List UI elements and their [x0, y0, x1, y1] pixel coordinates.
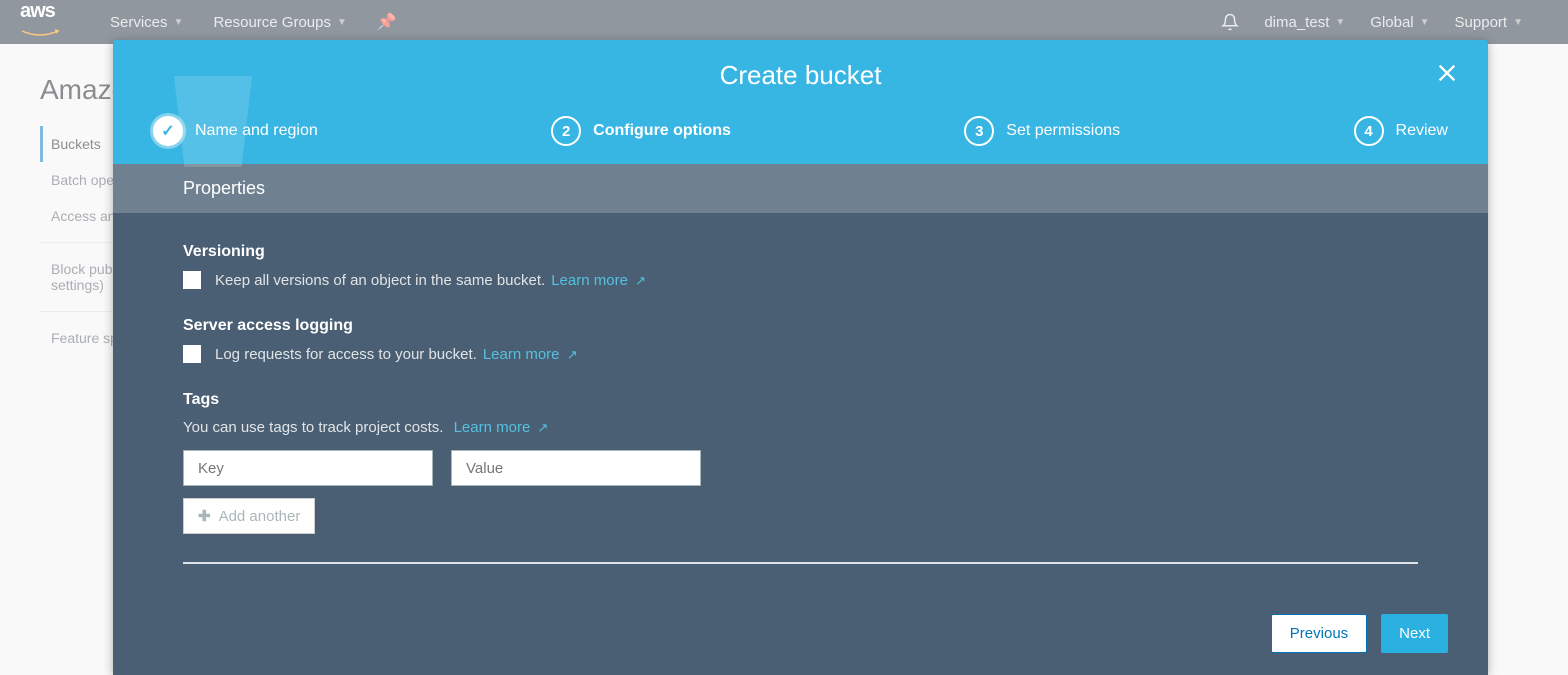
- learn-more-text: Learn more: [483, 346, 560, 363]
- tags-title: Tags: [183, 391, 1418, 409]
- modal-footer: Previous Next: [113, 592, 1488, 675]
- step-label: Set permissions: [1006, 122, 1120, 140]
- create-bucket-modal: Create bucket ✓ Name and region 2 Config…: [113, 40, 1488, 675]
- step-number: 3: [964, 116, 994, 146]
- learn-more-text: Learn more: [551, 272, 628, 289]
- versioning-checkbox[interactable]: [183, 271, 201, 289]
- previous-button[interactable]: Previous: [1271, 614, 1367, 653]
- logging-label: Log requests for access to your bucket.: [215, 346, 477, 363]
- modal-header: Create bucket ✓ Name and region 2 Config…: [113, 40, 1488, 164]
- tag-value-input[interactable]: [451, 450, 701, 486]
- tags-description: You can use tags to track project costs.: [183, 419, 443, 436]
- step-review[interactable]: 4 Review: [1354, 116, 1448, 146]
- modal-body[interactable]: Versioning Keep all versions of an objec…: [113, 213, 1488, 592]
- tag-key-input[interactable]: [183, 450, 433, 486]
- step-set-permissions[interactable]: 3 Set permissions: [964, 116, 1120, 146]
- divider: [183, 562, 1418, 564]
- tags-section: Tags You can use tags to track project c…: [183, 391, 1418, 534]
- versioning-label: Keep all versions of an object in the sa…: [215, 272, 545, 289]
- step-configure-options[interactable]: 2 Configure options: [551, 116, 731, 146]
- versioning-title: Versioning: [183, 243, 1418, 261]
- tags-learn-more-link[interactable]: Learn more ↗: [454, 419, 549, 436]
- step-number: 4: [1354, 116, 1384, 146]
- plus-icon: ✚: [198, 507, 211, 525]
- step-label: Review: [1396, 122, 1448, 140]
- add-another-button[interactable]: ✚ Add another: [183, 498, 315, 534]
- modal-title: Create bucket: [143, 60, 1458, 91]
- logging-title: Server access logging: [183, 317, 1418, 335]
- logging-learn-more-link[interactable]: Learn more ↗: [483, 346, 578, 363]
- wizard-steps: ✓ Name and region 2 Configure options 3 …: [143, 116, 1458, 164]
- external-link-icon: ↗: [567, 347, 578, 362]
- bucket-bg-icon: [133, 50, 293, 180]
- logging-section: Server access logging Log requests for a…: [183, 317, 1418, 363]
- step-label: Configure options: [593, 122, 731, 140]
- next-button[interactable]: Next: [1381, 614, 1448, 653]
- section-header-properties: Properties: [113, 164, 1488, 213]
- versioning-learn-more-link[interactable]: Learn more ↗: [551, 272, 646, 289]
- close-icon[interactable]: [1436, 60, 1458, 91]
- versioning-section: Versioning Keep all versions of an objec…: [183, 243, 1418, 289]
- external-link-icon: ↗: [635, 273, 646, 288]
- external-link-icon: ↗: [537, 420, 548, 435]
- learn-more-text: Learn more: [454, 419, 531, 436]
- add-another-label: Add another: [219, 508, 301, 525]
- logging-checkbox[interactable]: [183, 345, 201, 363]
- step-number: 2: [551, 116, 581, 146]
